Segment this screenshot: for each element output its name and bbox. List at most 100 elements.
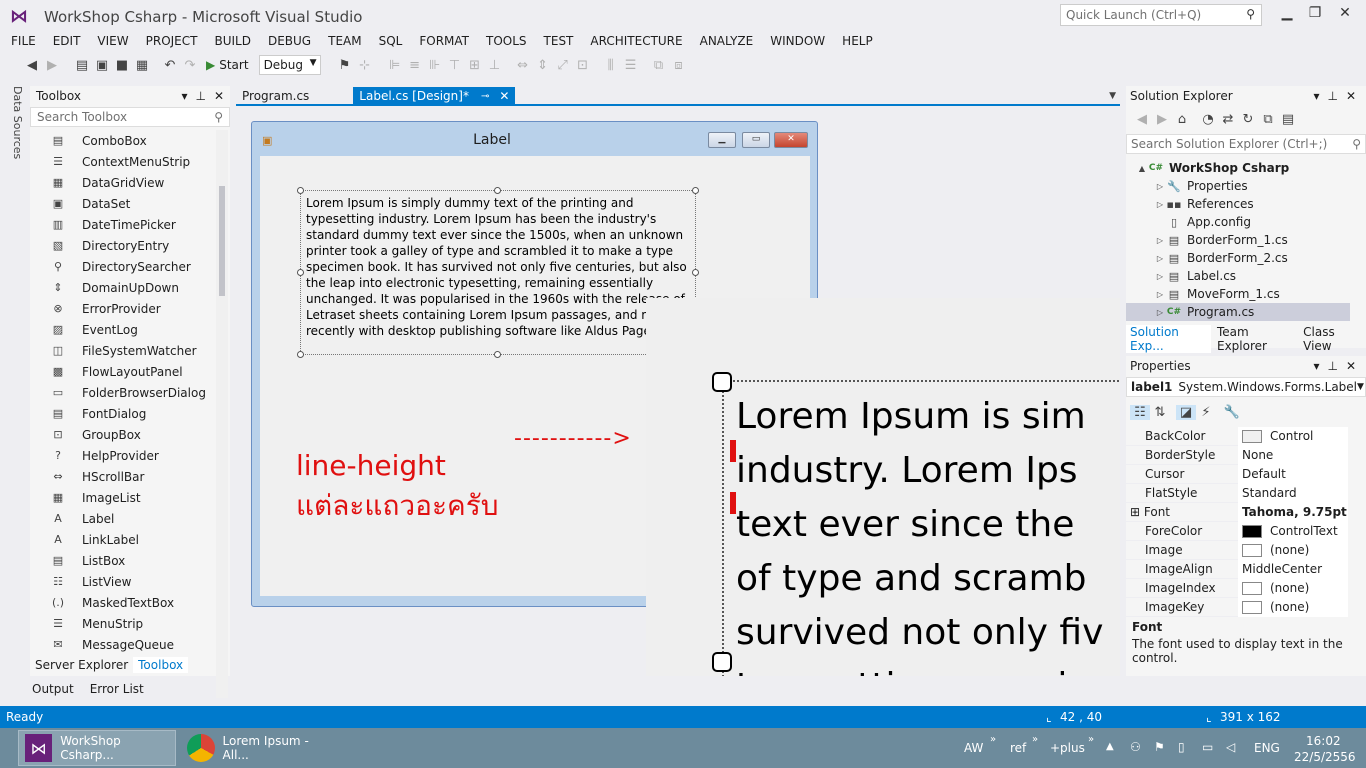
expand-arrow-icon[interactable]: ▷ — [1154, 308, 1166, 317]
resize-handle[interactable] — [297, 187, 304, 194]
toolbox-item-dataset[interactable]: ▣ DataSet — [30, 193, 214, 214]
redo-icon[interactable]: ↷ — [180, 58, 200, 73]
toolbar-expand-icon[interactable]: » — [1088, 734, 1094, 745]
align-tops-icon[interactable]: ⊤ — [445, 58, 465, 73]
device-tray-icon[interactable]: ▯ — [1178, 740, 1185, 754]
tree-item[interactable]: ▷ ▤ BorderForm_1.cs — [1126, 231, 1350, 249]
panel-menu-icon[interactable]: ▾ — [1313, 359, 1319, 373]
tab-toolbox[interactable]: Toolbox — [133, 657, 189, 673]
property-row-borderstyle[interactable]: BorderStyle None — [1126, 445, 1348, 465]
menu-tools[interactable]: TOOLS — [486, 34, 527, 48]
toolbox-item-filesystemwatcher[interactable]: ◫ FileSystemWatcher — [30, 340, 214, 361]
align-grid-icon[interactable]: ⊹ — [355, 58, 375, 73]
data-sources-tab[interactable]: Data Sources — [8, 86, 24, 166]
tab-solution-explorer[interactable]: Solution Exp... — [1126, 325, 1211, 353]
toolbox-item-menustrip[interactable]: ☰ MenuStrip — [30, 613, 214, 634]
close-icon[interactable]: ✕ — [214, 89, 224, 103]
input-language[interactable]: ENG — [1254, 741, 1280, 755]
toolbox-item-datagridview[interactable]: ▦ DataGridView — [30, 172, 214, 193]
home-icon[interactable]: ⌂ — [1172, 112, 1192, 127]
minimize-button[interactable]: ▁ — [1276, 5, 1298, 25]
categorized-icon[interactable]: ☷ — [1130, 404, 1150, 420]
solution-explorer-search-input[interactable]: Search Solution Explorer (Ctrl+;) ⚲ — [1126, 134, 1366, 154]
toolbox-item-flowlayoutpanel[interactable]: ▩ FlowLayoutPanel — [30, 361, 214, 382]
menu-format[interactable]: FORMAT — [419, 34, 469, 48]
tab-class-view[interactable]: Class View — [1299, 325, 1364, 353]
toolbox-item-contextmenustrip[interactable]: ☰ ContextMenuStrip — [30, 151, 214, 172]
solution-configuration-dropdown[interactable]: Debug ▼ — [258, 55, 321, 75]
menu-file[interactable]: FILE — [11, 34, 36, 48]
tree-item[interactable]: ▷ ▪▪ References — [1126, 195, 1350, 213]
tree-item[interactable]: ▲ C# WorkShop Csharp — [1126, 159, 1350, 177]
property-value[interactable]: Standard — [1238, 483, 1348, 503]
panel-menu-icon[interactable]: ▾ — [181, 89, 187, 103]
align-centers-icon[interactable]: ≡ — [405, 58, 425, 73]
undo-icon[interactable]: ↶ — [160, 58, 180, 73]
toolbox-item-linklabel[interactable]: A LinkLabel — [30, 529, 214, 550]
property-row-forecolor[interactable]: ForeColor ControlText — [1126, 521, 1348, 541]
property-value[interactable]: MiddleCenter — [1238, 559, 1348, 579]
toolbox-item-listview[interactable]: ☷ ListView — [30, 571, 214, 592]
restore-button[interactable]: ❐ — [1304, 5, 1326, 25]
property-value[interactable]: Default — [1238, 464, 1348, 484]
property-row-backcolor[interactable]: BackColor Control — [1126, 426, 1348, 446]
label1-control[interactable]: Lorem Ipsum is simply dummy text of the … — [297, 187, 699, 358]
toolbox-item-directoryentry[interactable]: ▧ DirectoryEntry — [30, 235, 214, 256]
property-row-cursor[interactable]: Cursor Default — [1126, 464, 1348, 484]
sync-icon[interactable]: ⇄ — [1218, 112, 1238, 127]
close-tab-icon[interactable]: ✕ — [499, 89, 509, 103]
property-value[interactable]: Control — [1238, 426, 1348, 446]
property-value[interactable]: None — [1238, 445, 1348, 465]
toolbar-expand-icon[interactable]: » — [1032, 734, 1038, 745]
open-file-icon[interactable]: ▣ — [92, 58, 112, 73]
make-same-width-icon[interactable]: ⇔ — [513, 58, 533, 73]
toolbox-item-directorysearcher[interactable]: ⚲ DirectorySearcher — [30, 256, 214, 277]
volume-icon[interactable]: ◁ — [1226, 740, 1235, 754]
pin-icon[interactable]: ⊥ — [195, 89, 205, 103]
property-row-flatstyle[interactable]: FlatStyle Standard — [1126, 483, 1348, 503]
tray-overflow-icon[interactable]: ▲ — [1106, 741, 1114, 752]
start-button[interactable]: ▶ Start — [206, 58, 249, 72]
quick-launch-input[interactable]: Quick Launch (Ctrl+Q) ⚲ — [1060, 4, 1262, 26]
tab-server-explorer[interactable]: Server Explorer — [30, 657, 133, 673]
menu-window[interactable]: WINDOW — [770, 34, 825, 48]
expand-arrow-icon[interactable]: ▷ — [1154, 254, 1166, 263]
alphabetical-icon[interactable]: ⇅ — [1150, 405, 1170, 420]
tree-item[interactable]: ▷ ▤ BorderForm_2.cs — [1126, 249, 1350, 267]
align-rights-icon[interactable]: ⊪ — [425, 58, 445, 73]
menu-team[interactable]: TEAM — [328, 34, 361, 48]
refresh-icon[interactable]: ↻ — [1238, 112, 1258, 127]
show-all-files-icon[interactable]: ▤ — [1278, 112, 1298, 127]
network-tray-icon[interactable]: ⚇ — [1130, 740, 1141, 754]
taskbar-item-visual-studio[interactable]: ⋈ WorkShop Csharp... — [18, 730, 176, 766]
toolbox-item-label[interactable]: A Label — [30, 508, 214, 529]
monitor-tray-icon[interactable]: ▭ — [1202, 740, 1213, 754]
toolbar-aw[interactable]: AW — [964, 741, 983, 755]
close-icon[interactable]: ✕ — [1346, 89, 1356, 103]
find-icon[interactable]: ⚑ — [335, 58, 355, 73]
toolbar-expand-icon[interactable]: » — [990, 734, 996, 745]
menu-project[interactable]: PROJECT — [146, 34, 198, 48]
toolbox-item-fontdialog[interactable]: ▤ FontDialog — [30, 403, 214, 424]
taskbar-item-chrome[interactable]: Lorem Ipsum - All... — [180, 730, 338, 766]
toolbox-item-eventlog[interactable]: ▨ EventLog — [30, 319, 214, 340]
pin-icon[interactable]: ⊥ — [1327, 89, 1337, 103]
expand-arrow-icon[interactable]: ▷ — [1154, 236, 1166, 245]
resize-handle[interactable] — [494, 187, 501, 194]
new-project-icon[interactable]: ▤ — [72, 58, 92, 73]
pin-icon[interactable]: ⊸ — [481, 91, 489, 102]
toolbox-item-messagequeue[interactable]: ✉ MessageQueue — [30, 634, 214, 655]
back-icon[interactable]: ◀ — [1132, 112, 1152, 127]
object-selector-dropdown[interactable]: label1 System.Windows.Forms.Label ▼ — [1126, 377, 1366, 397]
panel-menu-icon[interactable]: ▾ — [1313, 89, 1319, 103]
tree-item[interactable]: ▷ C# Program.cs — [1126, 303, 1350, 321]
expand-plus-icon[interactable]: ⊞ — [1130, 505, 1144, 519]
toolbox-item-hscrollbar[interactable]: ⇔ HScrollBar — [30, 466, 214, 487]
expand-arrow-icon[interactable]: ▷ — [1154, 272, 1166, 281]
menu-debug[interactable]: DEBUG — [268, 34, 311, 48]
resize-handle[interactable] — [297, 351, 304, 358]
align-middles-icon[interactable]: ⊞ — [465, 58, 485, 73]
resize-handle[interactable] — [692, 269, 699, 276]
action-center-flag-icon[interactable]: ⚑ — [1154, 740, 1165, 754]
save-icon[interactable]: ■ — [112, 58, 132, 73]
